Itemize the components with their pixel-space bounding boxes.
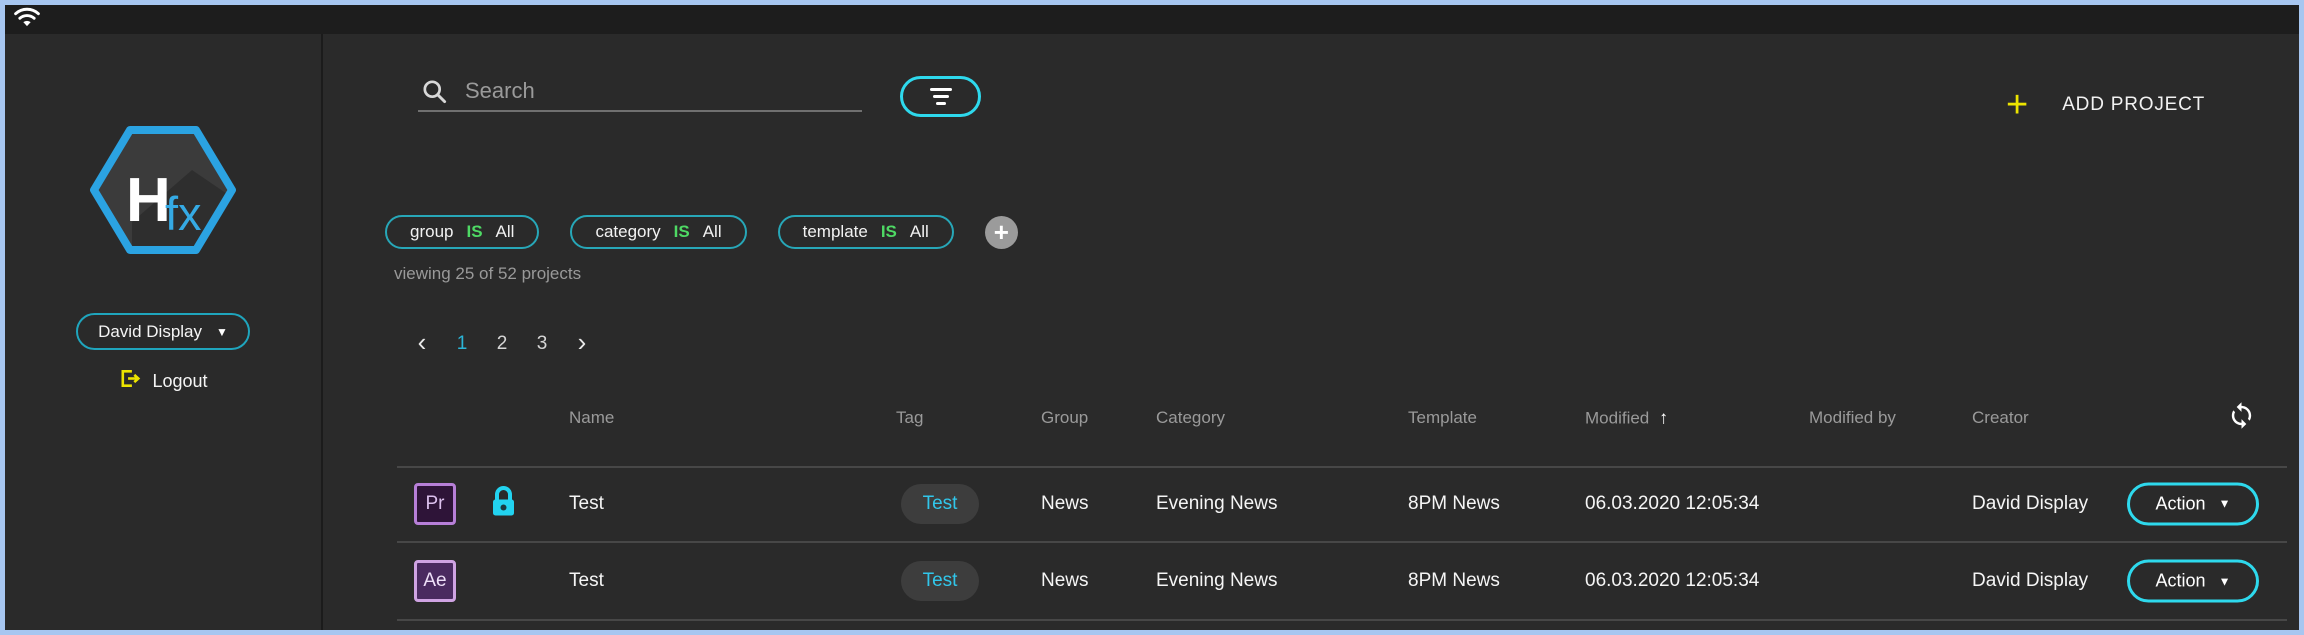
action-dropdown-button[interactable]: Action ▼ (2127, 560, 2259, 603)
plus-icon: + (2006, 90, 2028, 120)
column-header-name[interactable]: Name (569, 408, 614, 428)
category-value: Evening News (1156, 493, 1277, 515)
chip-field: template (803, 222, 868, 242)
chevron-down-icon: ▼ (2219, 574, 2231, 588)
filter-chips-row: group IS All category IS All template IS… (385, 215, 1018, 249)
app-window: H fx David Display ▼ Logout (0, 0, 2304, 635)
column-header-group[interactable]: Group (1041, 408, 1088, 428)
column-header-modified-by[interactable]: Modified by (1809, 408, 1896, 428)
page-button-1[interactable]: 1 (449, 328, 475, 360)
viewing-count-text: viewing 25 of 52 projects (394, 264, 581, 284)
after-effects-app-icon: Ae (414, 560, 456, 602)
add-project-label: ADD PROJECT (2062, 94, 2205, 116)
creator-value: David Display (1972, 570, 2088, 592)
tag-pill[interactable]: Test (901, 561, 979, 601)
group-value: News (1041, 570, 1089, 592)
project-name: Test (569, 570, 604, 592)
user-menu-label: David Display (98, 322, 202, 342)
chip-value: All (910, 222, 929, 242)
search-bar (418, 71, 862, 112)
next-page-chevron[interactable]: › (569, 328, 595, 360)
filter-chip-category[interactable]: category IS All (570, 215, 746, 249)
filter-list-button[interactable] (900, 76, 981, 117)
action-label: Action (2156, 571, 2206, 592)
premiere-app-icon: Pr (414, 483, 456, 525)
creator-value: David Display (1972, 493, 2088, 515)
prev-page-chevron[interactable]: ‹ (409, 328, 435, 360)
column-header-tag[interactable]: Tag (896, 408, 923, 428)
action-label: Action (2156, 493, 2206, 514)
column-header-modified[interactable]: Modified ↑ (1585, 408, 1668, 429)
group-value: News (1041, 493, 1089, 515)
refresh-icon[interactable] (2227, 401, 2256, 435)
chip-field: group (410, 222, 453, 242)
table-header-row: Name Tag Group Category Template Modifie… (323, 391, 2299, 445)
tag-pill[interactable]: Test (901, 484, 979, 524)
user-menu-dropdown[interactable]: David Display ▼ (76, 313, 250, 350)
modified-value: 06.03.2020 12:05:34 (1585, 570, 1759, 592)
filter-chip-template[interactable]: template IS All (778, 215, 954, 249)
wifi-icon (14, 7, 40, 33)
filter-chip-group[interactable]: group IS All (385, 215, 539, 249)
column-header-template[interactable]: Template (1408, 408, 1477, 428)
action-dropdown-button[interactable]: Action ▼ (2127, 482, 2259, 525)
chip-value: All (496, 222, 515, 242)
lock-icon (492, 485, 515, 522)
chip-operator: IS (466, 222, 482, 242)
chip-operator: IS (881, 222, 897, 242)
search-input[interactable] (418, 71, 862, 110)
modified-header-label: Modified (1585, 409, 1649, 428)
modified-value: 06.03.2020 12:05:34 (1585, 493, 1759, 515)
sidebar: H fx David Display ▼ Logout (5, 34, 321, 630)
chevron-down-icon: ▼ (216, 325, 228, 339)
page-button-2[interactable]: 2 (489, 328, 515, 360)
add-project-button[interactable]: + ADD PROJECT (2006, 86, 2205, 124)
chip-value: All (703, 222, 722, 242)
filter-list-icon (930, 88, 952, 105)
pagination: ‹ 1 2 3 › (409, 328, 595, 360)
page-button-3[interactable]: 3 (529, 328, 555, 360)
chevron-down-icon: ▼ (2219, 497, 2231, 511)
top-status-bar (5, 5, 2299, 34)
template-value: 8PM News (1408, 493, 1500, 515)
project-name: Test (569, 493, 604, 515)
column-header-creator[interactable]: Creator (1972, 408, 2029, 428)
table-row[interactable]: Ae Test Test News Evening News 8PM News … (323, 541, 2299, 621)
template-value: 8PM News (1408, 570, 1500, 592)
logout-icon (118, 367, 141, 395)
chip-field: category (595, 222, 660, 242)
column-header-category[interactable]: Category (1156, 408, 1225, 428)
logo-letters-fx: fx (165, 187, 202, 240)
add-filter-button[interactable]: + (985, 216, 1018, 249)
category-value: Evening News (1156, 570, 1277, 592)
chip-operator: IS (674, 222, 690, 242)
app-logo-hexagon: H fx (88, 124, 238, 261)
logout-label: Logout (152, 371, 207, 392)
main-content: + ADD PROJECT group IS All category IS A… (323, 34, 2299, 630)
sort-arrow-icon: ↑ (1659, 408, 1668, 428)
table-row[interactable]: Pr Test Test News Evening News 8PM News … (323, 466, 2299, 541)
logout-button[interactable]: Logout (118, 367, 207, 395)
